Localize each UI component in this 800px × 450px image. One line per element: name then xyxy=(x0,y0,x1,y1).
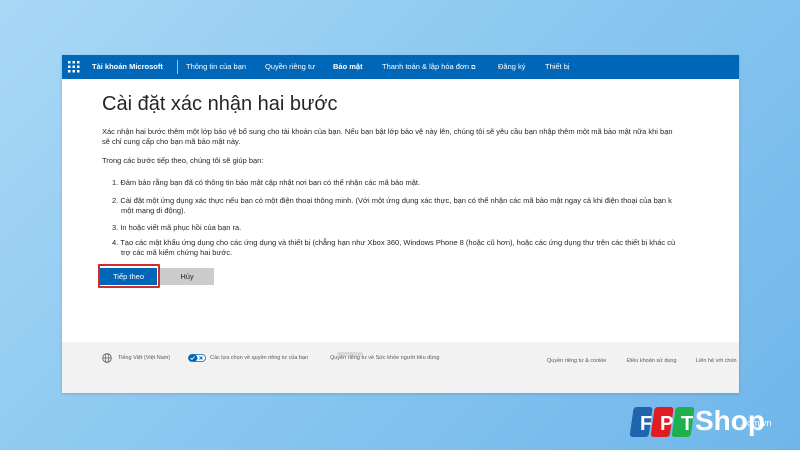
contact-link[interactable]: Liên hệ với chún xyxy=(696,358,737,364)
terms-link[interactable]: Điều khoản sử dụng xyxy=(627,358,677,364)
logo-domain-text: .com.vn xyxy=(740,418,772,428)
nav-divider xyxy=(177,60,178,74)
steps-lead: Trong các bước tiếp theo, chúng tôi sẽ g… xyxy=(102,156,264,165)
logo-letter-f: F xyxy=(640,413,652,435)
highlight-box xyxy=(98,264,160,288)
step-4: 4. Tạo các mật khẩu ứng dụng cho các ứng… xyxy=(112,238,676,247)
brand-link[interactable]: Tài khoản Microsoft xyxy=(92,62,163,71)
browser-window: Tài khoản Microsoft Thông tin của bạn Qu… xyxy=(62,55,739,393)
privacy-cookie-link[interactable]: Quyền riêng tư & cookie xyxy=(547,358,606,364)
step-3: 3. In hoặc viết mã phục hồi của bạn ra. xyxy=(112,223,242,232)
top-navigation-bar: Tài khoản Microsoft Thông tin của bạn Qu… xyxy=(62,55,739,79)
external-link-icon: ⧉ xyxy=(471,65,476,71)
step-1: 1. Đảm bảo rằng bạn đã có thông tin bảo … xyxy=(112,178,421,187)
nav-security[interactable]: Bảo mật xyxy=(333,62,363,71)
privacy-choices-icon xyxy=(188,354,206,362)
logo-letter-p: P xyxy=(660,413,673,435)
nav-subscriptions[interactable]: Đăng ký xyxy=(498,62,526,71)
intro-text-line-2: sẽ chỉ cung cấp cho bạn mã bảo mật này. xyxy=(102,137,241,146)
page-title: Cài đặt xác nhận hai bước xyxy=(102,93,338,115)
step-2-continued: một mạng di động). xyxy=(121,206,186,215)
privacy-choices-link[interactable]: Các lựa chọn về quyền riêng tư của bạn xyxy=(210,355,308,361)
nav-privacy[interactable]: Quyền riêng tư xyxy=(265,62,315,71)
nav-payment-billing-label: Thanh toán & lập hóa đơn xyxy=(382,62,470,71)
fpt-shop-logo: F P T Shop .com.vn xyxy=(628,403,792,443)
nav-your-info[interactable]: Thông tin của bạn xyxy=(186,62,246,71)
fpt-logo-tiles: F P T xyxy=(629,407,694,437)
intro-text-line-1: Xác nhận hai bước thêm một lớp bảo vệ bổ… xyxy=(102,127,673,136)
app-launcher-icon[interactable] xyxy=(68,61,80,73)
health-privacy-link[interactable]: Quyền riêng tư về Sức khỏe người tiêu dù… xyxy=(330,355,439,361)
main-content: Cài đặt xác nhận hai bước xyxy=(102,93,739,116)
footer: Tiếng Việt (Việt Nam) Các lựa chọn về qu… xyxy=(62,342,739,393)
step-2: 2. Cài đặt một ứng dụng xác thực nếu bạn… xyxy=(112,196,672,205)
step-4-continued: trợ các mã kiểm chứng hai bước. xyxy=(121,248,233,257)
cancel-button[interactable]: Hủy xyxy=(160,268,214,285)
globe-icon xyxy=(102,353,112,363)
language-selector[interactable]: Tiếng Việt (Việt Nam) xyxy=(118,355,170,361)
nav-devices[interactable]: Thiết bị xyxy=(545,62,570,71)
nav-payment-billing[interactable]: Thanh toán & lập hóa đơn ⧉ xyxy=(382,62,475,72)
logo-letter-t: T xyxy=(681,413,693,435)
